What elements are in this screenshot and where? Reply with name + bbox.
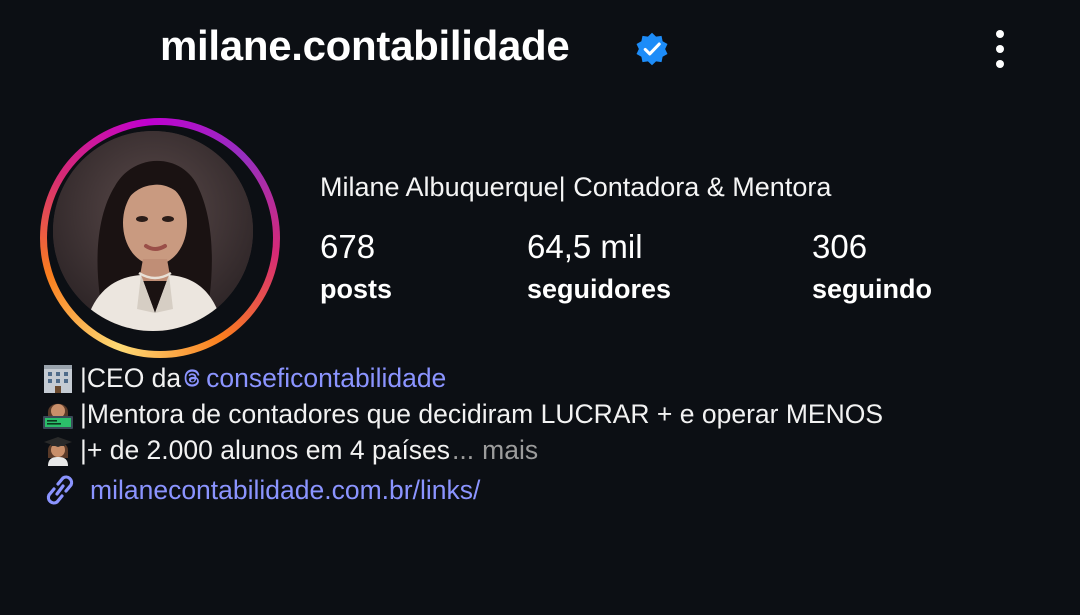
link-icon	[46, 475, 74, 505]
verified-badge-icon	[636, 32, 668, 66]
kebab-dot	[996, 30, 1004, 38]
profile-display-name: Milane Albuquerque| Contadora & Mentora	[320, 172, 832, 202]
threads-icon	[184, 369, 200, 387]
bio-link[interactable]: milanecontabilidade.com.br/links/	[40, 472, 883, 508]
bio-text: |Mentora de contadores que decidiram LUC…	[80, 399, 883, 429]
bio-text: |+ de 2.000 alunos em 4 países	[80, 435, 451, 465]
bio-text: |CEO da	[80, 363, 182, 393]
stat-value: 64,5 mil	[527, 228, 643, 265]
avatar[interactable]	[53, 131, 253, 331]
more-options-icon[interactable]	[982, 26, 1018, 72]
profile-username: milane.contabilidade	[160, 22, 570, 69]
stat-value: 678	[320, 228, 376, 265]
stat-following[interactable]: 306 seguindo	[812, 228, 932, 312]
graduate-icon	[44, 437, 72, 466]
stat-value: 306	[812, 228, 868, 265]
stat-followers[interactable]: 64,5 mil seguidores	[527, 228, 671, 312]
avatar-story-ring[interactable]	[40, 118, 280, 358]
mention-link[interactable]: conseficontabilidade	[181, 360, 446, 396]
bio-more-button[interactable]: mais	[482, 432, 538, 468]
kebab-dot	[996, 60, 1004, 68]
office-building-icon	[44, 365, 72, 393]
bio-ellipsis: ...	[452, 435, 475, 465]
stat-label: posts	[320, 274, 393, 304]
technologist-icon	[43, 403, 73, 429]
profile-photo	[53, 131, 253, 331]
bio-line-ceo: |CEO da conseficontabilidade	[40, 360, 883, 396]
kebab-dot	[996, 45, 1004, 53]
profile-bio: |CEO da conseficontabilidade |Mentora de…	[40, 360, 883, 508]
mention-text: conseficontabilidade	[206, 363, 447, 393]
bio-line-mentora: |Mentora de contadores que decidiram LUC…	[40, 396, 883, 432]
stat-label: seguidores	[527, 274, 672, 304]
link-url: milanecontabilidade.com.br/links/	[90, 475, 481, 505]
stat-posts[interactable]: 678 posts	[320, 228, 392, 312]
bio-line-alunos: |+ de 2.000 alunos em 4 países ... mais	[40, 432, 883, 468]
stat-label: seguindo	[812, 274, 932, 304]
